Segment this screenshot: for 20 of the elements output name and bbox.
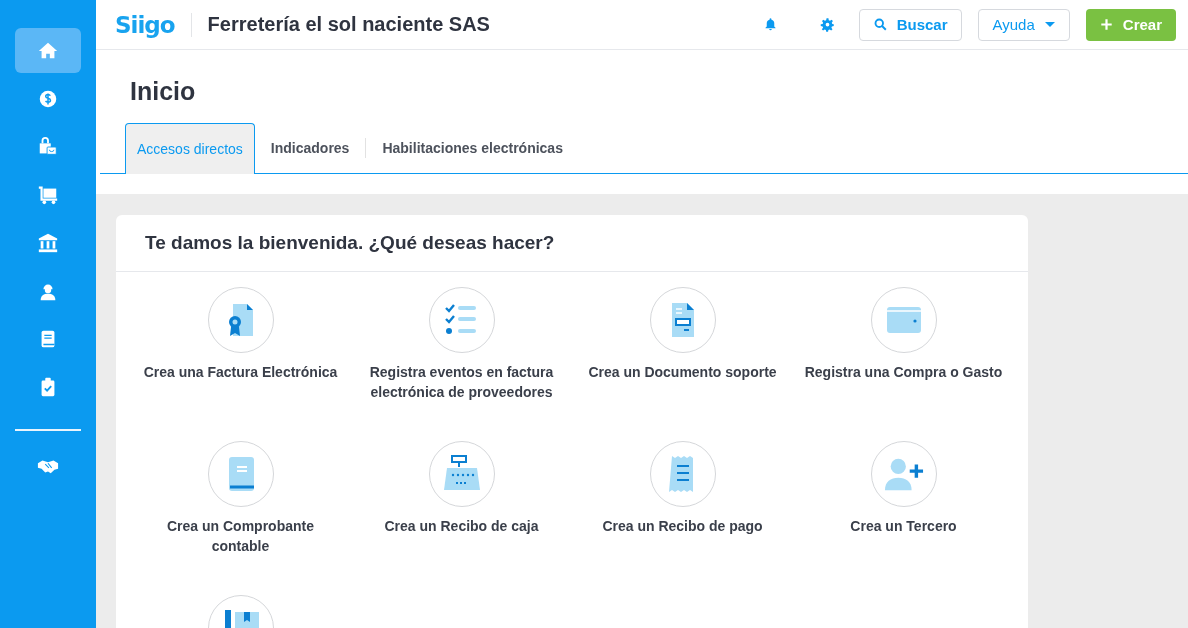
shopping-bag-icon bbox=[37, 135, 59, 158]
settings-icon bbox=[819, 17, 835, 32]
tab[interactable]: Habilitaciones electrónicas bbox=[366, 123, 579, 173]
page-title: Inicio bbox=[130, 76, 197, 106]
caret-icon bbox=[1044, 22, 1055, 27]
bank-icon bbox=[37, 231, 59, 254]
shortcut-label[interactable]: Crea una Factura Electrónica bbox=[143, 362, 338, 382]
search-icon bbox=[872, 17, 888, 32]
shortcut-label[interactable]: Crea un Recibo de caja bbox=[384, 516, 539, 536]
shortcut-label[interactable]: Registra eventos en factura electrónica de proveedores bbox=[361, 362, 562, 402]
tab[interactable]: Indicadores bbox=[254, 123, 366, 173]
shortcut-label[interactable]: Crea un Documento soporte bbox=[588, 362, 777, 382]
card-title: Te damos la bienvenida. ¿Qué deseas hacer? bbox=[116, 215, 1028, 272]
shortcut-label[interactable]: Registra una Compra o Gasto bbox=[804, 362, 1003, 382]
company-name: Ferretería el sol naciente SAS bbox=[207, 13, 490, 36]
shortcut-label[interactable]: Crea un Comprobante contable bbox=[140, 516, 341, 556]
plus-icon bbox=[1099, 18, 1113, 31]
shortcut-label[interactable]: Crea un Tercero bbox=[850, 516, 957, 536]
sidebar-item[interactable] bbox=[15, 28, 81, 73]
shortcut-label[interactable]: Crea un Recibo de pago bbox=[602, 516, 763, 536]
